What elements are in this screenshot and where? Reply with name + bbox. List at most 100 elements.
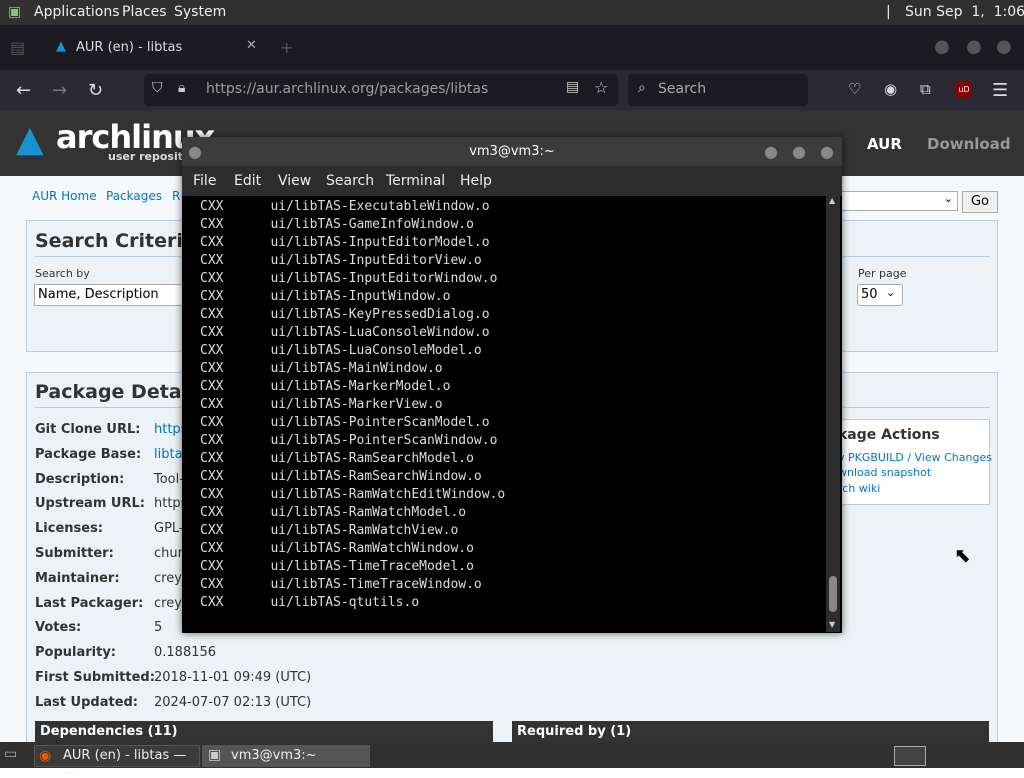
workspace-switcher[interactable] bbox=[894, 746, 926, 766]
search-type-select[interactable]: ⌄ bbox=[840, 191, 958, 211]
terminal-line: CXX ui/libTAS-RamWatchModel.o bbox=[200, 505, 467, 520]
detail-label: Last Packager: bbox=[35, 595, 144, 611]
search-input[interactable]: ⌕ Search bbox=[628, 74, 808, 106]
search-wiki-link[interactable]: rch wiki bbox=[838, 482, 880, 495]
taskbar-item-label: AUR (en) - libtas — ... bbox=[63, 748, 187, 778]
arch-favicon-icon: ▲ bbox=[56, 39, 66, 54]
terminal-line: CXX ui/libTAS-LuaConsoleModel.o bbox=[200, 343, 482, 358]
package-details-title: Package Details bbox=[35, 381, 206, 403]
lock-icon[interactable]: 🔒︎ bbox=[178, 80, 185, 96]
chevron-down-icon: ⌄ bbox=[943, 192, 953, 205]
browser-tab[interactable]: ▲ AUR (en) - libtas ✕ bbox=[44, 32, 268, 64]
nav-aur-home[interactable]: AUR Home bbox=[32, 189, 97, 203]
terminal-line: CXX ui/libTAS-TimeTraceWindow.o bbox=[200, 577, 482, 592]
scroll-up-icon[interactable]: ▲ bbox=[829, 196, 835, 205]
search-by-select[interactable]: Name, Description bbox=[34, 284, 186, 306]
pocket-icon[interactable]: ♡ bbox=[848, 80, 861, 98]
taskbar-item-firefox[interactable]: ◉ AUR (en) - libtas — ... bbox=[34, 745, 200, 778]
clock[interactable]: Sun Sep 1, 1:06 AM bbox=[905, 4, 1024, 20]
close-tab-icon[interactable]: ✕ bbox=[246, 38, 257, 53]
reader-view-icon[interactable]: ▤ bbox=[566, 79, 579, 95]
detail-label: Last Updated: bbox=[35, 694, 139, 710]
extensions-icon[interactable]: ⧉ bbox=[920, 80, 931, 98]
terminal-line: CXX ui/libTAS-InputEditorModel.o bbox=[200, 235, 490, 250]
terminal-line: CXX ui/libTAS-MarkerView.o bbox=[200, 397, 443, 412]
minimize-icon[interactable]: ● bbox=[764, 142, 778, 161]
nav-packages[interactable]: Packages bbox=[106, 189, 162, 203]
bookmark-star-icon[interactable]: ☆ bbox=[594, 78, 608, 97]
required-by-title: Required by (1) bbox=[517, 724, 632, 739]
maximize-icon[interactable]: ● bbox=[966, 36, 982, 57]
nav-more[interactable]: R bbox=[172, 189, 180, 203]
places-menu[interactable]: Places bbox=[122, 4, 167, 20]
detail-label: Package Base: bbox=[35, 446, 142, 462]
maximize-icon[interactable]: ● bbox=[792, 142, 806, 161]
system-menu[interactable]: System bbox=[174, 4, 226, 20]
account-icon[interactable]: ◉ bbox=[884, 80, 897, 98]
menu-search[interactable]: Search bbox=[326, 173, 374, 189]
back-icon[interactable]: ← bbox=[16, 80, 31, 101]
terminal-line: CXX ui/libTAS-GameInfoWindow.o bbox=[200, 217, 474, 232]
menu-help[interactable]: Help bbox=[460, 173, 492, 189]
applications-menu[interactable]: Applications bbox=[34, 4, 120, 20]
forward-icon[interactable]: → bbox=[52, 80, 67, 101]
ublock-icon[interactable]: uD bbox=[956, 82, 972, 98]
terminal-line: CXX ui/libTAS-InputEditorView.o bbox=[200, 253, 482, 268]
package-actions-title: kage Actions bbox=[838, 427, 940, 443]
view-pkgbuild-link[interactable]: v PKGBUILD / View Changes bbox=[838, 451, 992, 464]
menu-file[interactable]: File bbox=[193, 173, 216, 189]
per-page-select[interactable]: 50 ⌄ bbox=[857, 284, 903, 306]
taskbar-item-label: vm3@vm3:~ bbox=[231, 748, 317, 763]
new-tab-icon[interactable]: + bbox=[280, 38, 293, 57]
minimize-icon[interactable]: ● bbox=[934, 36, 950, 57]
aur-link[interactable]: AUR bbox=[867, 135, 902, 153]
terminal-line: CXX ui/libTAS-RamWatchView.o bbox=[200, 523, 459, 538]
url-text[interactable]: https://aur.archlinux.org/packages/libta… bbox=[206, 81, 488, 97]
firefox-icon: ◉ bbox=[39, 748, 52, 764]
menu-icon[interactable]: ☰ bbox=[992, 80, 1008, 101]
terminal-line: CXX ui/libTAS-RamSearchWindow.o bbox=[200, 469, 482, 484]
shield-icon[interactable]: ⛉ bbox=[152, 80, 163, 96]
detail-value: 2018-11-01 09:49 (UTC) bbox=[154, 670, 312, 685]
terminal-line: CXX ui/libTAS-PointerScanWindow.o bbox=[200, 433, 498, 448]
detail-label: Votes: bbox=[35, 620, 82, 636]
go-button[interactable]: Go bbox=[962, 191, 998, 213]
scroll-down-icon[interactable]: ▼ bbox=[829, 620, 835, 629]
download-snapshot-link[interactable]: wnload snapshot bbox=[838, 466, 931, 479]
chevron-down-icon: ⌄ bbox=[886, 286, 896, 299]
url-bar[interactable]: ⛉ 🔒︎ https://aur.archlinux.org/packages/… bbox=[144, 74, 618, 106]
terminal-line: CXX ui/libTAS-qtutils.o bbox=[200, 595, 420, 610]
terminal-output[interactable]: CXX ui/libTAS-ExecutableWindow.o CXX ui/l… bbox=[200, 198, 505, 612]
terminal-titlebar[interactable]: ● vm3@vm3:~ ● ● ● bbox=[182, 137, 842, 166]
terminal-line: CXX ui/libTAS-MainWindow.o bbox=[200, 361, 443, 376]
required-by-header: Required by (1) bbox=[512, 721, 989, 742]
download-link[interactable]: Download bbox=[927, 135, 1011, 153]
menu-edit[interactable]: Edit bbox=[234, 173, 261, 189]
menu-view[interactable]: View bbox=[278, 173, 311, 189]
firefox-view-icon[interactable]: ▤ bbox=[10, 38, 25, 57]
terminal-title: vm3@vm3:~ bbox=[469, 144, 555, 159]
detail-label: Popularity: bbox=[35, 645, 117, 661]
separator-icon: | bbox=[886, 4, 891, 20]
search-by-value: Name, Description bbox=[38, 287, 159, 302]
close-window-icon[interactable]: ● bbox=[996, 36, 1012, 57]
arch-logo-icon[interactable]: ▲ bbox=[16, 120, 44, 160]
terminal-icon: ▣ bbox=[208, 747, 222, 763]
terminal-line: CXX ui/libTAS-RamWatchWindow.o bbox=[200, 541, 474, 556]
scrollbar-thumb[interactable] bbox=[829, 576, 837, 612]
dependencies-title: Dependencies (11) bbox=[40, 724, 178, 739]
terminal-app-icon[interactable]: ▣ bbox=[8, 4, 21, 20]
show-desktop-icon[interactable]: ▭ bbox=[4, 746, 17, 762]
detail-label: Upstream URL: bbox=[35, 496, 145, 512]
detail-value: Tool- bbox=[154, 471, 184, 487]
search-icon: ⌕ bbox=[638, 80, 646, 96]
terminal-line: CXX ui/libTAS-InputWindow.o bbox=[200, 289, 451, 304]
tab-title: AUR (en) - libtas bbox=[76, 40, 183, 55]
close-icon[interactable]: ● bbox=[820, 142, 834, 161]
taskbar-item-terminal[interactable]: ▣ vm3@vm3:~ bbox=[202, 745, 370, 767]
terminal-line: CXX ui/libTAS-TimeTraceModel.o bbox=[200, 559, 474, 574]
detail-value: 2024-07-07 02:13 (UTC) bbox=[154, 694, 312, 710]
menu-terminal[interactable]: Terminal bbox=[386, 173, 445, 189]
reload-icon[interactable]: ↻ bbox=[88, 80, 103, 101]
terminal-scrollbar[interactable]: ▲ ▼ bbox=[826, 196, 840, 632]
